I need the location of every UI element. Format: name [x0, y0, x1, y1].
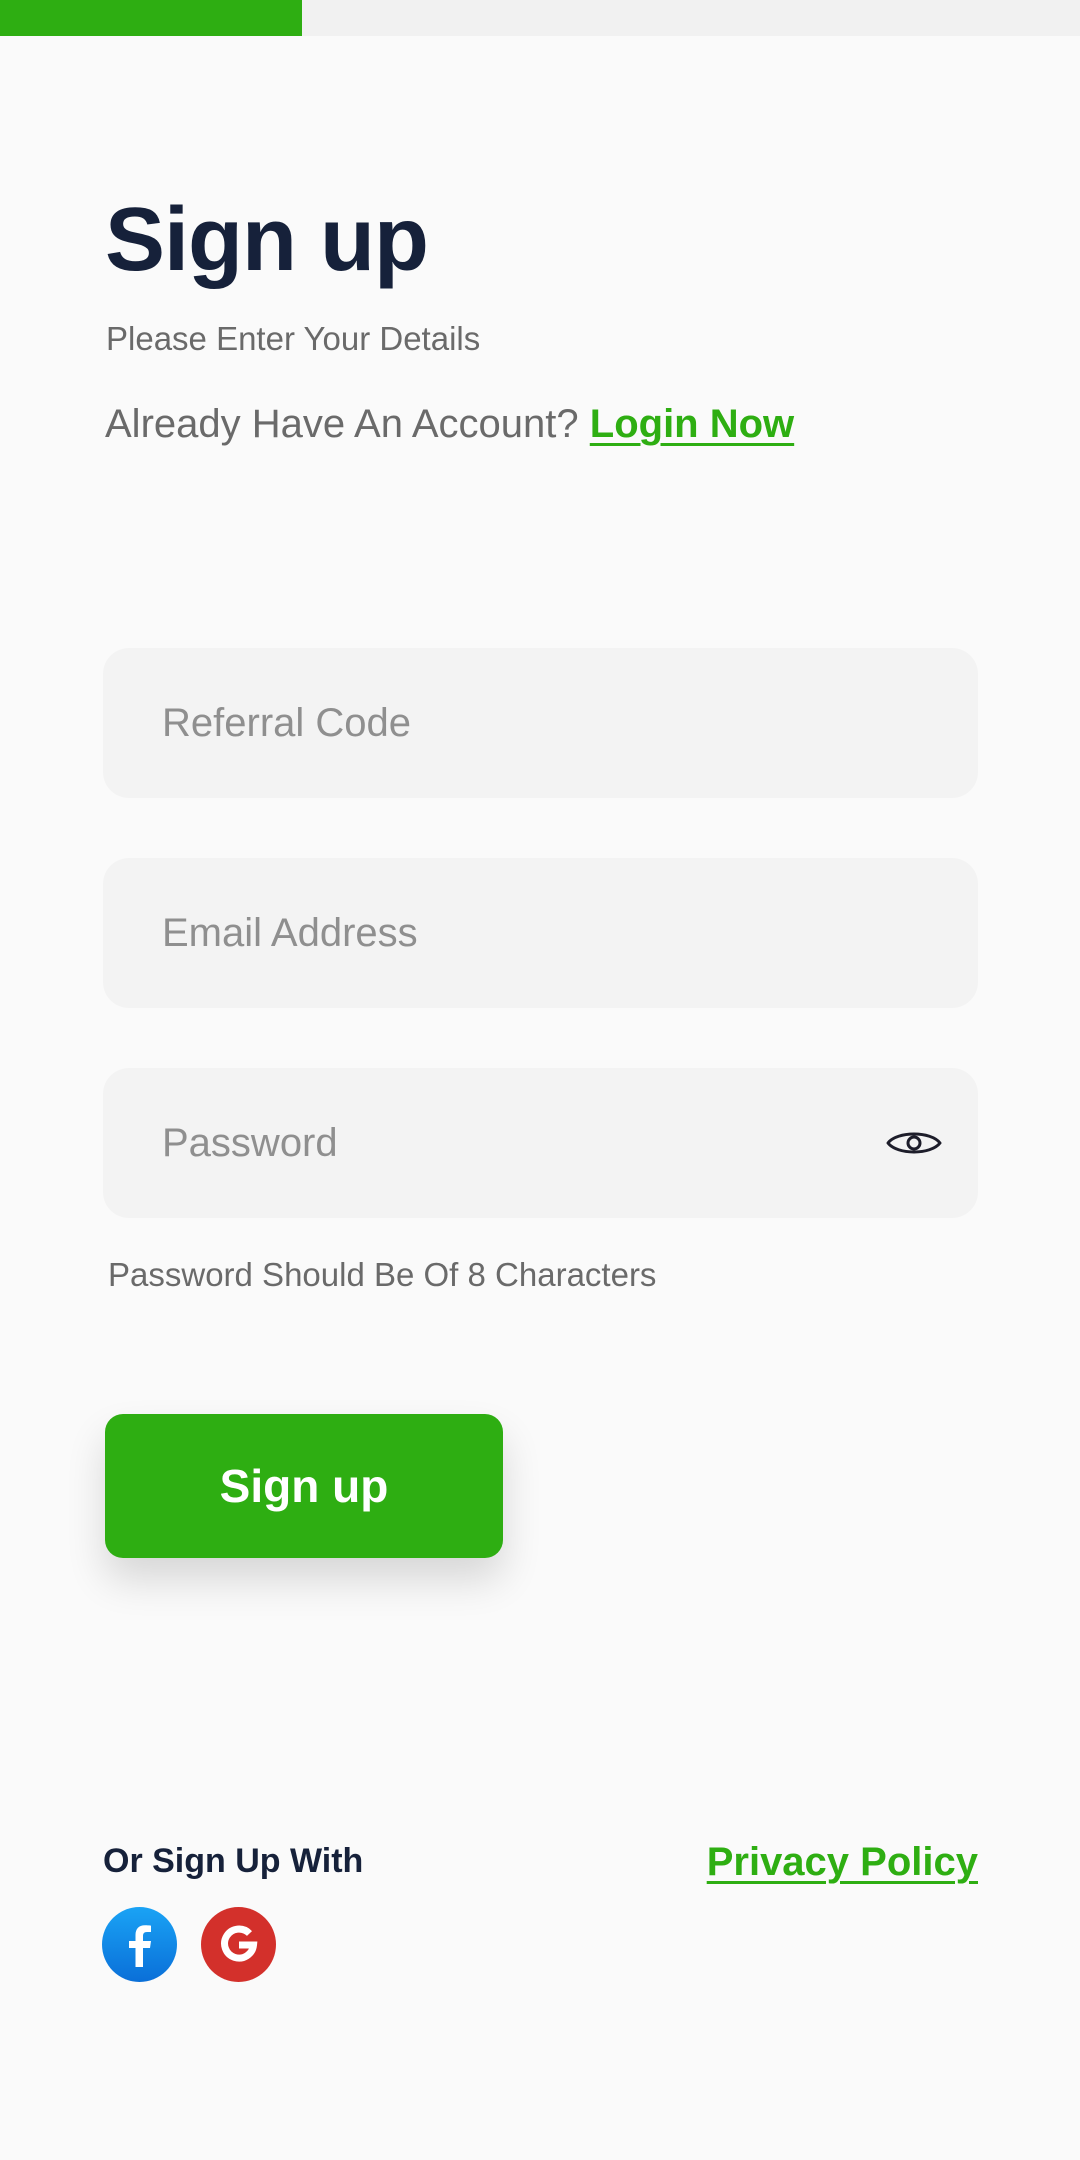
account-prompt-text: Already Have An Account?	[105, 402, 579, 446]
privacy-policy-link[interactable]: Privacy Policy	[707, 1842, 978, 1882]
progress-bar-fill	[0, 0, 303, 36]
referral-code-input[interactable]	[103, 648, 978, 798]
email-field[interactable]	[103, 858, 978, 1008]
login-prompt: Already Have An Account? Login Now	[105, 404, 794, 444]
password-input[interactable]	[103, 1068, 978, 1218]
facebook-icon[interactable]	[102, 1907, 177, 1982]
login-now-link[interactable]: Login Now	[590, 402, 794, 446]
sign-up-button[interactable]: Sign up	[105, 1414, 503, 1558]
email-input[interactable]	[103, 858, 978, 1008]
google-icon[interactable]	[201, 1907, 276, 1982]
referral-code-field[interactable]	[103, 648, 978, 798]
page-subtitle: Please Enter Your Details	[106, 320, 481, 357]
eye-icon[interactable]	[884, 1123, 944, 1163]
progress-bar	[0, 0, 1080, 36]
or-sign-up-with-label: Or Sign Up With	[103, 1842, 364, 1880]
page-title: Sign up	[105, 190, 429, 290]
password-hint: Password Should Be Of 8 Characters	[108, 1256, 657, 1293]
password-field[interactable]	[103, 1068, 978, 1218]
